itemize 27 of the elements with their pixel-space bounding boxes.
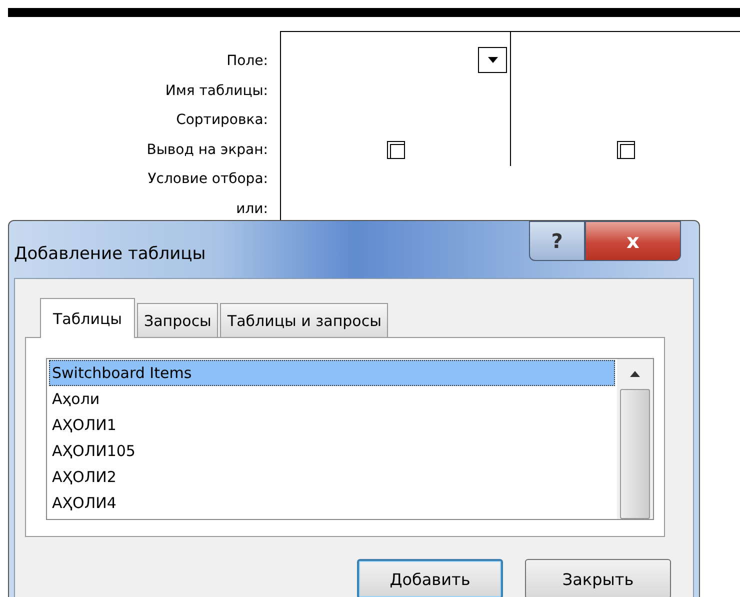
row-label: Имя таблицы:: [164, 82, 268, 100]
close-button[interactable]: x: [585, 221, 681, 261]
tab[interactable]: Таблицы и запросы: [220, 303, 388, 337]
row-label: или:: [235, 200, 268, 218]
row-label: Сортировка:: [175, 111, 268, 130]
list-item[interactable]: Switchboard Items: [49, 360, 615, 386]
list-item[interactable]: АҲОЛИ4: [49, 490, 615, 516]
tab[interactable]: Запросы: [137, 303, 218, 337]
row-label: Вывод на экран:: [146, 140, 268, 160]
checkbox[interactable]: [386, 141, 404, 159]
dropdown-button[interactable]: [478, 47, 507, 73]
row-label: Поле:: [226, 52, 268, 71]
scroll-up-icon[interactable]: [630, 371, 640, 377]
checkbox[interactable]: [616, 141, 634, 159]
scrollbar[interactable]: [617, 359, 653, 519]
help-button[interactable]: ?: [529, 221, 585, 261]
list-item[interactable]: Аҳоли: [49, 386, 615, 412]
row-label: Условие отбора:: [146, 170, 268, 189]
list-item[interactable]: АҲОЛИ105: [49, 438, 615, 464]
caret-icon: [488, 57, 498, 63]
scroll-thumb[interactable]: [620, 389, 650, 519]
dialog-button[interactable]: Закрыть: [525, 559, 671, 597]
list-item[interactable]: АҲОЛИ1: [49, 412, 615, 438]
list-item[interactable]: АҲОЛИ2: [49, 464, 615, 490]
tab[interactable]: Таблицы: [40, 298, 135, 338]
dialog-button[interactable]: Добавить: [357, 559, 503, 597]
window-title: Добавление таблицы: [14, 244, 206, 264]
